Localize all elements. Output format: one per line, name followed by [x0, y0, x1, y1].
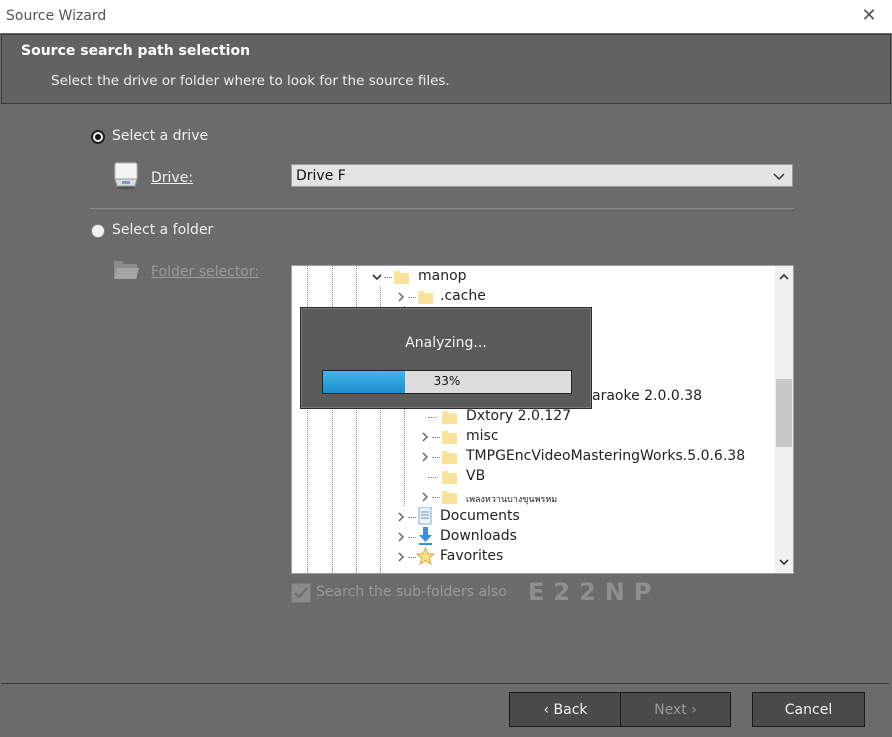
cancel-button[interactable]: Cancel — [752, 692, 865, 727]
chevron-right-icon[interactable] — [396, 292, 406, 302]
tree-item-documents[interactable]: Documents — [394, 507, 774, 527]
drive-field-label-text: Drive: — [151, 170, 194, 186]
title-bar: Source Wizard ✕ — [0, 0, 892, 33]
tree-connector — [408, 297, 416, 298]
drive-icon — [114, 162, 138, 190]
wizard-header: Source search path selection Select the … — [1, 34, 891, 104]
window-title: Source Wizard — [6, 8, 107, 24]
folder-icon — [442, 451, 457, 464]
tree-item-label: Downloads — [440, 528, 517, 544]
subfolders-checkbox[interactable] — [291, 583, 311, 603]
close-icon[interactable]: ✕ — [860, 5, 878, 27]
progress-text: 33% — [433, 374, 461, 388]
tree-item-dxtory[interactable]: Dxtory 2.0.127 — [418, 407, 778, 427]
tree-item-vb[interactable]: VB — [418, 467, 778, 487]
drive-field-label: Drive: — [151, 170, 193, 186]
tree-item-label: Dxtory 2.0.127 — [466, 408, 572, 424]
drive-select[interactable]: Drive F — [291, 164, 793, 187]
tree-item-cache[interactable]: .cache — [394, 287, 774, 307]
analyzing-dialog: Analyzing... 33% — [300, 307, 592, 409]
folder-icon — [442, 471, 457, 484]
drive-select-value: Drive F — [296, 168, 346, 184]
tree-item-misc[interactable]: misc — [418, 427, 778, 447]
chevron-right-icon[interactable] — [396, 532, 406, 542]
download-arrow-icon — [419, 527, 432, 545]
folder-icon — [418, 291, 433, 304]
tree-connector — [384, 277, 392, 278]
tree-connector — [428, 417, 436, 418]
tree-connector — [408, 557, 416, 558]
tree-item-label: manop — [418, 268, 467, 284]
tree-item-label: .cache — [440, 288, 486, 304]
subfolders-label[interactable]: Search the sub-folders also — [316, 584, 507, 600]
back-button[interactable]: ‹ Back — [509, 692, 621, 727]
folder-selector-label: Folder selector: — [151, 264, 259, 280]
select-drive-radio[interactable] — [91, 130, 105, 144]
progress-bar: 33% — [322, 370, 572, 394]
chevron-right-icon[interactable] — [420, 432, 430, 442]
folder-icon — [442, 411, 457, 424]
tree-item-tmpgenc[interactable]: TMPGEncVideoMasteringWorks.5.0.6.38 — [418, 447, 778, 467]
header-subtitle: Select the drive or folder where to look… — [51, 73, 450, 89]
tree-item-manop[interactable]: manop — [370, 267, 770, 287]
tree-item-downloads[interactable]: Downloads — [394, 527, 774, 547]
tree-item-label: Favorites — [440, 548, 504, 564]
tree-item-label: TMPGEncVideoMasteringWorks.5.0.6.38 — [466, 448, 746, 464]
folder-icon — [442, 491, 457, 504]
tree-item-label: araoke 2.0.0.38 — [592, 388, 703, 404]
scrollbar-thumb[interactable] — [776, 379, 792, 447]
chevron-right-icon[interactable] — [396, 552, 406, 562]
header-title: Source search path selection — [21, 43, 251, 59]
watermark: E22NP — [528, 578, 661, 606]
folder-icon — [394, 271, 409, 284]
select-folder-radio[interactable] — [91, 224, 105, 238]
tree-item-thai-songs[interactable]: เพลงหวานบางขุนพรหม — [418, 487, 778, 507]
chevron-right-icon[interactable] — [420, 452, 430, 462]
tree-connector — [408, 517, 416, 518]
chevron-right-icon[interactable] — [396, 512, 406, 522]
tree-connector — [432, 437, 440, 438]
analyzing-message: Analyzing... — [405, 335, 487, 351]
tree-item-favorites[interactable]: Favorites — [394, 547, 774, 567]
checkmark-icon — [294, 587, 308, 599]
chevron-down-icon — [773, 173, 785, 181]
star-icon — [416, 547, 435, 566]
tree-item-label: misc — [466, 428, 499, 444]
tree-connector — [408, 537, 416, 538]
tree-connector — [432, 457, 440, 458]
tree-scrollbar[interactable] — [775, 266, 793, 573]
section-divider — [90, 208, 794, 209]
chevron-down-icon[interactable] — [372, 272, 382, 282]
chevron-up-icon[interactable] — [778, 271, 790, 283]
chevron-right-icon[interactable] — [420, 492, 430, 502]
select-drive-label[interactable]: Select a drive — [112, 128, 208, 144]
tree-item-label: เพลงหวานบางขุนพรหม — [466, 495, 558, 505]
next-button[interactable]: Next › — [620, 692, 731, 727]
select-folder-label[interactable]: Select a folder — [112, 222, 213, 238]
folder-icon — [442, 431, 457, 444]
tree-connector — [428, 477, 436, 478]
folder-icon — [114, 261, 139, 279]
folder-selector-label-text: Folder selector: — [151, 264, 260, 280]
tree-item-label: VB — [466, 468, 486, 484]
chevron-down-icon[interactable] — [778, 556, 790, 568]
tree-connector — [432, 497, 440, 498]
tree-item-label: Documents — [440, 508, 520, 524]
document-icon — [418, 507, 432, 525]
